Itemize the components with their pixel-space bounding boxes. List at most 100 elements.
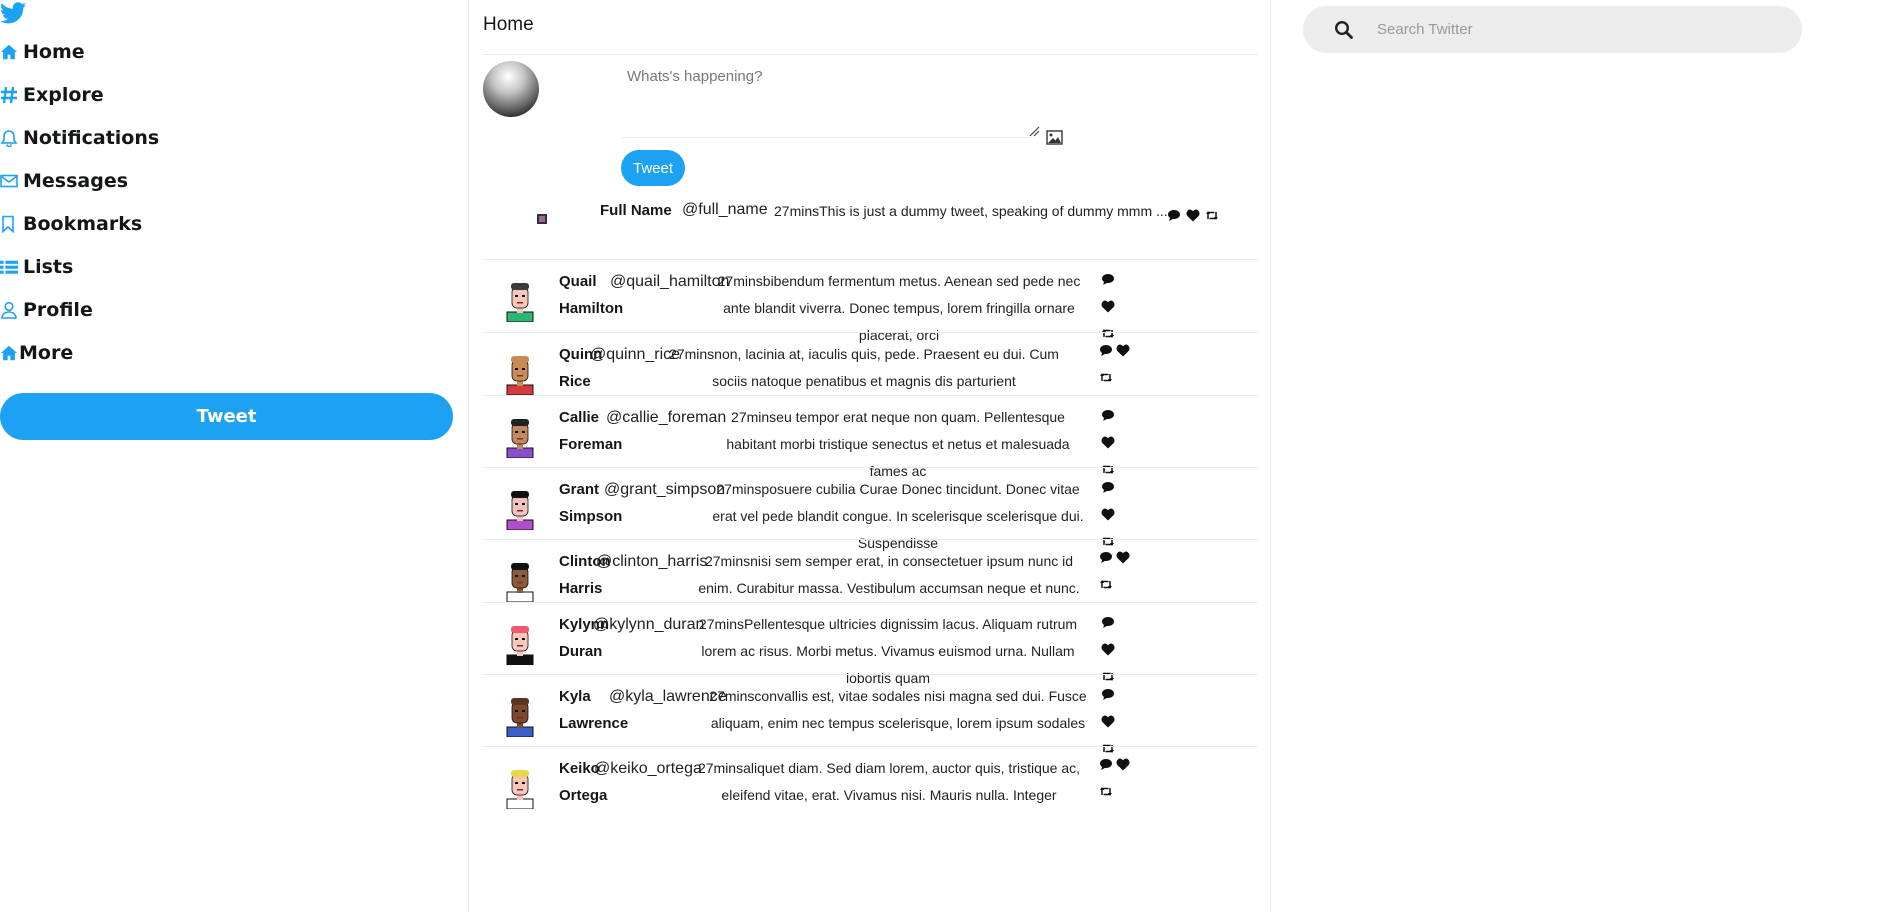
tweet-text: 27minsnisi sem semper erat, in consectet… <box>698 553 1080 596</box>
last-name: Harris <box>559 580 603 597</box>
avatar[interactable] <box>501 765 539 810</box>
comment-icon[interactable] <box>1099 266 1116 293</box>
home-feed: Home Tweet Full Name @full_name 27minsTh… <box>468 0 1271 912</box>
avatar[interactable] <box>501 621 539 666</box>
avatar[interactable] <box>501 693 539 738</box>
tweet-text: 27minsnon, lacinia at, iaculis quis, ped… <box>669 346 1059 389</box>
tweet-item[interactable]: Keiko Ortega @keiko_ortega 27minsaliquet di… <box>483 746 1258 810</box>
nav-item-lists[interactable]: Lists <box>0 245 159 288</box>
last-name: Rice <box>559 373 591 390</box>
user-icon <box>0 300 22 320</box>
heart-icon[interactable] <box>1114 337 1131 364</box>
divider <box>483 54 1258 55</box>
image-icon[interactable] <box>1046 130 1063 145</box>
nav-item-messages[interactable]: Messages <box>0 159 159 202</box>
heart-icon[interactable] <box>1099 636 1116 663</box>
comment-icon[interactable] <box>1099 402 1116 429</box>
compose-tweet-input[interactable] <box>621 66 1031 138</box>
retweet-icon[interactable] <box>1097 778 1114 805</box>
nav-label: Profile <box>23 298 93 321</box>
comment-icon[interactable] <box>1099 474 1116 501</box>
nav-label: Explore <box>23 83 104 106</box>
bell-icon <box>0 128 22 148</box>
heart-icon[interactable] <box>1099 293 1116 320</box>
tweet-item[interactable]: Grant Simpson @grant_simpson 27minsposuere … <box>483 467 1258 551</box>
nav-item-profile[interactable]: Profile <box>0 288 159 331</box>
tweet-handle[interactable]: @full_name <box>682 201 768 219</box>
nav-item-notifications[interactable]: Notifications <box>0 116 159 159</box>
comment-icon[interactable] <box>1099 681 1116 708</box>
heart-icon[interactable] <box>1099 708 1116 735</box>
avatar[interactable] <box>501 351 539 396</box>
tweet-actions <box>1097 544 1131 598</box>
tweet-item[interactable]: Kylynn Duran @kylynn_duran 27minsPellentesq… <box>483 602 1258 686</box>
heart-icon[interactable] <box>1114 544 1131 571</box>
nav-item-more[interactable]: More <box>0 331 159 374</box>
tweet-text: 27minsconvallis est, vitae sodales nisi … <box>709 688 1087 731</box>
retweet-icon[interactable] <box>1097 364 1114 391</box>
sidebar: Home Explore Notifications Messages Book… <box>0 0 460 912</box>
heart-icon[interactable] <box>1114 751 1131 778</box>
tweet-handle[interactable]: @keiko_ortega <box>594 755 702 782</box>
last-name: Ortega <box>559 787 608 804</box>
nav-item-explore[interactable]: Explore <box>0 73 159 116</box>
tweet-actions <box>1097 751 1131 805</box>
twitter-bird-icon[interactable] <box>0 2 26 24</box>
compose-tweet-button[interactable]: Tweet <box>621 150 685 186</box>
comment-icon[interactable] <box>1097 751 1114 778</box>
tweet-author-name: Full Name <box>600 202 672 219</box>
tweet-item: Full Name @full_name 27minsThis is just … <box>469 198 1259 258</box>
envelope-icon <box>0 171 22 191</box>
tweet-actions <box>1165 202 1220 229</box>
avatar[interactable] <box>537 214 547 224</box>
last-name: Simpson <box>559 508 623 525</box>
nav-item-bookmarks[interactable]: Bookmarks <box>0 202 159 245</box>
tweet-item[interactable]: Clinton Harris @clinton_harris 27minsnisi s… <box>483 539 1258 603</box>
tweet-item[interactable]: Kyla Lawrence @kyla_lawrence 27minsconvalli… <box>483 674 1258 753</box>
nav-item-home[interactable]: Home <box>0 30 159 73</box>
home-icon <box>0 42 22 62</box>
list-icon <box>0 257 22 277</box>
nav-label: Notifications <box>23 126 160 149</box>
retweet-icon[interactable] <box>1097 571 1114 598</box>
tweet-actions <box>1097 337 1131 391</box>
home-icon <box>0 343 18 363</box>
nav-label: Bookmarks <box>23 212 143 235</box>
last-name: Lawrence <box>559 715 629 732</box>
comment-icon[interactable] <box>1097 544 1114 571</box>
search-input[interactable] <box>1377 21 1757 38</box>
tweet-text: 27minsThis is just a dummy tweet, speaki… <box>774 203 1168 219</box>
page-title: Home <box>483 14 534 35</box>
tweet-handle[interactable]: @kylynn_duran <box>593 611 704 638</box>
sidebar-tweet-button[interactable]: Tweet <box>0 393 453 440</box>
heart-icon[interactable] <box>1099 501 1116 528</box>
avatar[interactable] <box>501 558 539 603</box>
tweet-item[interactable]: Quail Hamilton @quail_hamilton 27minsbibend… <box>483 259 1258 343</box>
nav-label: More <box>19 341 74 364</box>
last-name: Duran <box>559 643 603 660</box>
bookmark-icon <box>0 214 22 234</box>
last-name: Foreman <box>559 436 623 453</box>
search-bar <box>1303 6 1802 53</box>
nav-label: Messages <box>23 169 129 192</box>
avatar[interactable] <box>501 414 539 459</box>
tweet-list: Quail Hamilton @quail_hamilton 27minsbibend… <box>483 259 1258 810</box>
heart-icon[interactable] <box>1184 202 1201 229</box>
comment-icon[interactable] <box>1099 609 1116 636</box>
comment-icon[interactable] <box>1097 337 1114 364</box>
avatar[interactable] <box>501 278 539 323</box>
resize-handle-icon[interactable] <box>1029 126 1040 137</box>
hashtag-icon <box>0 85 22 105</box>
avatar[interactable] <box>483 61 539 117</box>
tweet-item[interactable]: Quinn Rice @quinn_rice 27minsnon, lacinia a… <box>483 332 1258 396</box>
last-name: Hamilton <box>559 300 624 317</box>
nav-label: Home <box>23 40 85 63</box>
tweet-text: 27minsaliquet diam. Sed diam lorem, auct… <box>697 760 1081 803</box>
heart-icon[interactable] <box>1099 429 1116 456</box>
search-icon[interactable] <box>1334 20 1354 40</box>
avatar[interactable] <box>501 486 539 531</box>
main-nav: Home Explore Notifications Messages Book… <box>0 30 159 374</box>
retweet-icon[interactable] <box>1203 202 1220 229</box>
tweet-item[interactable]: Callie Foreman @callie_foreman 27minseu tem… <box>483 395 1258 479</box>
comment-icon[interactable] <box>1165 202 1182 229</box>
